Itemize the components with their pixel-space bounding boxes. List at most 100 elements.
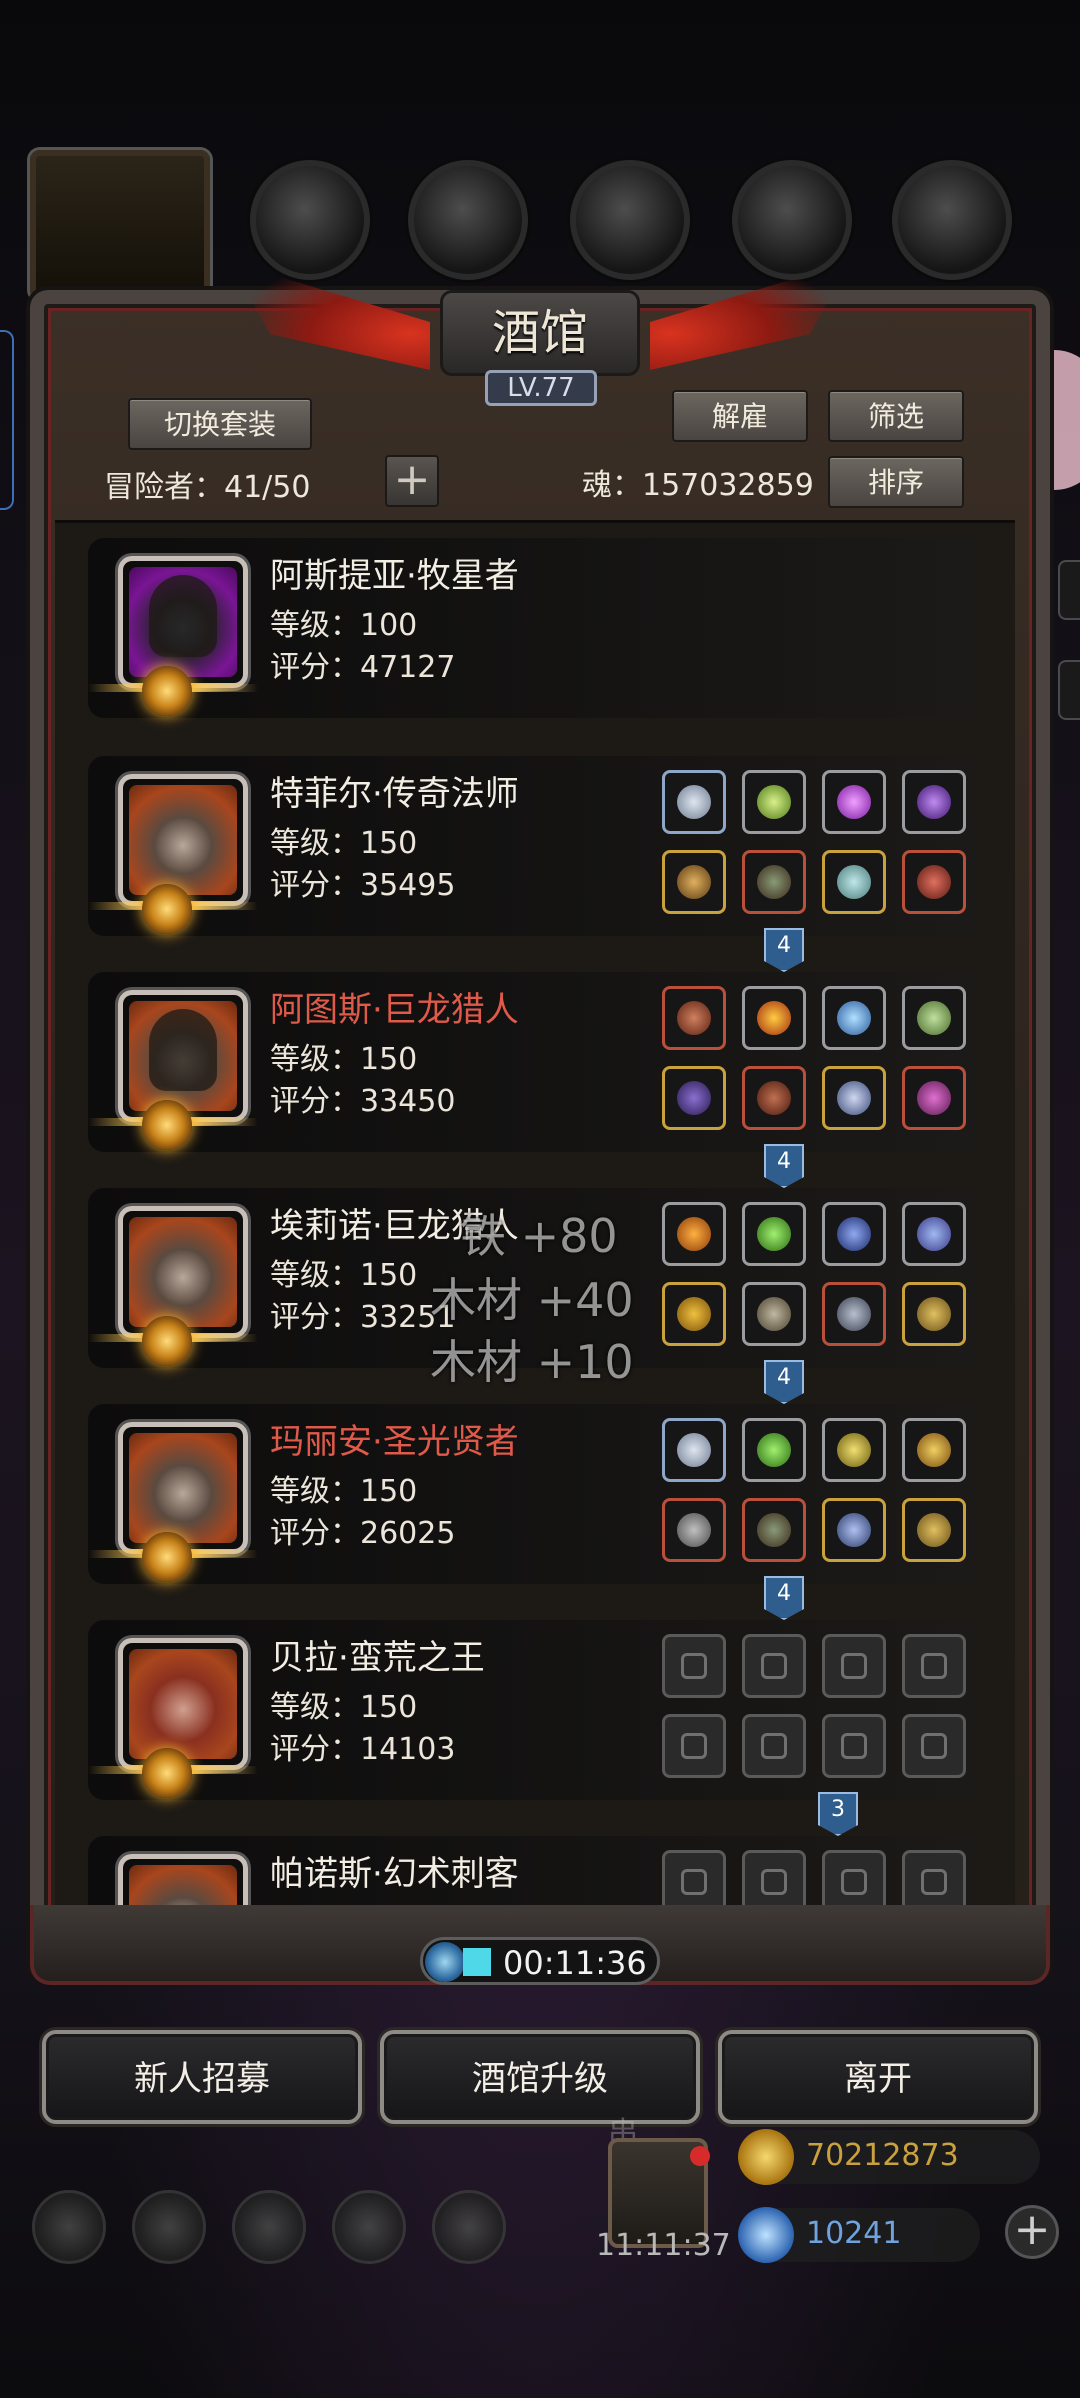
hero-card[interactable]: 玛丽安·圣光贤者 等级：150 评分：26025 bbox=[88, 1404, 978, 1584]
equipment-slot-shield[interactable] bbox=[902, 1498, 966, 1562]
dismiss-button[interactable]: 解雇 bbox=[672, 390, 808, 442]
hero-name: 阿斯提亚·牧星者 bbox=[270, 556, 519, 596]
resource-icon-wood[interactable] bbox=[408, 160, 528, 280]
equipment-slot-shield[interactable] bbox=[902, 1282, 966, 1346]
equipment-slot-scepter[interactable] bbox=[822, 1498, 886, 1562]
equipment-grid bbox=[662, 1418, 968, 1568]
floating-gain-text: 木材 +40 bbox=[430, 1273, 634, 1327]
hero-name: 贝拉·蛮荒之王 bbox=[270, 1638, 485, 1678]
equipment-slot-lantern[interactable] bbox=[822, 1418, 886, 1482]
equipment-slot-amulet[interactable] bbox=[902, 850, 966, 914]
empty-slot-ring-2[interactable] bbox=[902, 1714, 966, 1778]
empty-slot-hourglass[interactable] bbox=[822, 1850, 886, 1910]
equipment-slot-crystal[interactable] bbox=[742, 1202, 806, 1266]
empty-slot-hourglass[interactable] bbox=[822, 1634, 886, 1698]
equipment-slot-staff[interactable] bbox=[662, 850, 726, 914]
hero-score: 评分：47127 bbox=[270, 650, 456, 685]
equipment-grid bbox=[662, 1850, 968, 1910]
gem-amount: 10241 bbox=[806, 2216, 902, 2251]
hero-card[interactable]: 阿图斯·巨龙猎人 等级：150 评分：33450 bbox=[88, 972, 978, 1152]
empty-slot-flame[interactable] bbox=[742, 1634, 806, 1698]
empty-slot-armor[interactable] bbox=[742, 1714, 806, 1778]
sort-button[interactable]: 排序 bbox=[828, 456, 964, 508]
empty-slot-hourglass-2[interactable] bbox=[902, 1634, 966, 1698]
gift-countdown: 11:11:37 bbox=[596, 2228, 731, 2263]
equipment-slot-ring[interactable] bbox=[822, 850, 886, 914]
hero-portrait bbox=[118, 1854, 248, 1910]
filter-button[interactable]: 筛选 bbox=[828, 390, 964, 442]
side-tab-left[interactable] bbox=[0, 330, 14, 510]
equipment-slot-orb[interactable] bbox=[902, 986, 966, 1050]
empty-slot-necklace[interactable] bbox=[662, 1850, 726, 1910]
equipment-slot-armor[interactable] bbox=[662, 986, 726, 1050]
equipment-slot-hammer[interactable] bbox=[662, 1498, 726, 1562]
equipment-slot-amulet[interactable] bbox=[902, 1066, 966, 1130]
equipment-slot-weapon[interactable] bbox=[662, 1282, 726, 1346]
rank-sigil-icon bbox=[142, 1100, 192, 1150]
empty-slot-necklace[interactable] bbox=[662, 1634, 726, 1698]
resource-icon-food[interactable] bbox=[250, 160, 370, 280]
hero-portrait bbox=[118, 556, 248, 688]
equipment-grid bbox=[662, 770, 968, 920]
menu-icon-building[interactable] bbox=[232, 2190, 306, 2264]
equipment-slot-armor[interactable] bbox=[662, 770, 726, 834]
equipment-slot-wings[interactable] bbox=[822, 1202, 886, 1266]
hero-score: 评分：33251 bbox=[270, 1300, 456, 1335]
resource-icon-iron[interactable] bbox=[570, 160, 690, 280]
hero-card[interactable]: 贝拉·蛮荒之王 等级：150 评分：14103 bbox=[88, 1620, 978, 1800]
equipment-slot-coral[interactable] bbox=[902, 1202, 966, 1266]
add-adventurer-slot-button[interactable]: + bbox=[385, 455, 439, 507]
rank-sigil-icon bbox=[142, 1748, 192, 1798]
equipment-slot-helm[interactable] bbox=[742, 1066, 806, 1130]
timer-progress bbox=[463, 1948, 491, 1976]
equipment-slot-armor[interactable] bbox=[662, 1418, 726, 1482]
equipment-slot-flame[interactable] bbox=[742, 986, 806, 1050]
equipment-slot-armor[interactable] bbox=[742, 1282, 806, 1346]
equipment-slot-crystal[interactable] bbox=[742, 1418, 806, 1482]
equipment-grid bbox=[662, 1634, 968, 1784]
equipment-slot-ring[interactable] bbox=[822, 1066, 886, 1130]
empty-slot-ring[interactable] bbox=[822, 1714, 886, 1778]
equipment-slot-helm[interactable] bbox=[742, 1498, 806, 1562]
hero-card[interactable]: 阿斯提亚·牧星者 等级：100 评分：47127 bbox=[88, 538, 978, 718]
equipment-slot-helm[interactable] bbox=[822, 1282, 886, 1346]
tavern-level-badge: LV.77 bbox=[485, 370, 597, 406]
rank-sigil-icon bbox=[142, 1316, 192, 1366]
hero-portrait bbox=[118, 774, 248, 906]
side-tab-right-2[interactable] bbox=[1058, 660, 1080, 720]
upgrade-tavern-button[interactable]: 酒馆升级 bbox=[380, 2030, 700, 2124]
menu-icon-map[interactable] bbox=[432, 2190, 506, 2264]
player-portrait[interactable] bbox=[30, 150, 210, 300]
equipment-slot-crown[interactable] bbox=[662, 1202, 726, 1266]
resource-icon-crystal[interactable] bbox=[732, 160, 852, 280]
hero-score: 评分：35495 bbox=[270, 868, 456, 903]
hero-name: 帕诺斯·幻术刺客 bbox=[270, 1854, 519, 1894]
empty-slot-axe[interactable] bbox=[662, 1714, 726, 1778]
menu-icon-achievements[interactable] bbox=[132, 2190, 206, 2264]
adventurer-count: 冒险者：41/50 bbox=[104, 470, 311, 505]
equipment-slot-gem[interactable] bbox=[822, 770, 886, 834]
equipment-slot-crystal[interactable] bbox=[742, 770, 806, 834]
equipment-slot-helm[interactable] bbox=[742, 850, 806, 914]
notification-dot bbox=[690, 2146, 710, 2166]
set-link-badge: 4 bbox=[764, 928, 804, 972]
menu-icon-settings[interactable] bbox=[32, 2190, 106, 2264]
equipment-slot-orb[interactable] bbox=[902, 770, 966, 834]
soul-count: 魂：157032859 bbox=[582, 468, 814, 503]
menu-icon-mail[interactable] bbox=[332, 2190, 406, 2264]
leave-button[interactable]: 离开 bbox=[718, 2030, 1038, 2124]
hero-card[interactable]: 帕诺斯·幻术刺客 bbox=[88, 1836, 978, 1910]
side-tab-right-1[interactable] bbox=[1058, 560, 1080, 620]
rank-sigil-icon bbox=[142, 884, 192, 934]
empty-slot-flame[interactable] bbox=[742, 1850, 806, 1910]
equipment-slot-lantern-2[interactable] bbox=[902, 1418, 966, 1482]
hero-level: 等级：150 bbox=[270, 1474, 418, 1509]
equipment-slot-egg[interactable] bbox=[822, 986, 886, 1050]
add-currency-button[interactable]: + bbox=[1005, 2205, 1059, 2259]
equipment-slot-weapon[interactable] bbox=[662, 1066, 726, 1130]
recruit-button[interactable]: 新人招募 bbox=[42, 2030, 362, 2124]
resource-icon-stone[interactable] bbox=[892, 160, 1012, 280]
switch-outfit-button[interactable]: 切换套装 bbox=[128, 398, 312, 450]
empty-slot-hourglass-2[interactable] bbox=[902, 1850, 966, 1910]
hero-card[interactable]: 特菲尔·传奇法师 等级：150 评分：35495 bbox=[88, 756, 978, 936]
